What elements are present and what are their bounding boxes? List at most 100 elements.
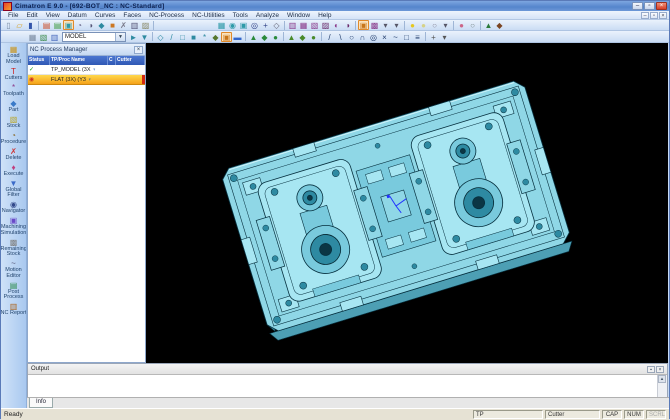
draw-point-icon[interactable]: × [379, 32, 390, 42]
sidebar-item-navigator[interactable]: ◉Navigator [1, 200, 27, 215]
filter-solid-icon[interactable]: ■ [188, 32, 199, 42]
table-row[interactable]: ✓TP_MODEL (3X ♀ [28, 65, 145, 75]
filter-face-icon[interactable]: □ [177, 32, 188, 42]
render-wire-icon[interactable]: ◑ [342, 20, 353, 30]
table-row[interactable]: ◉FLAT (3X) (Y3 ♀ [28, 75, 145, 85]
menu-curves[interactable]: Curves [91, 12, 120, 19]
filter-feature-icon[interactable]: ◆ [210, 32, 221, 42]
output-header[interactable]: Output ▪ × [28, 364, 667, 375]
display-mode-3-icon[interactable]: ▧ [309, 20, 320, 30]
minimize-button[interactable]: – [632, 2, 643, 10]
sidebar-item-load-model[interactable]: ▦Load Model [1, 45, 27, 65]
menu-analyze[interactable]: Analyze [252, 12, 283, 19]
render-shaded-icon[interactable]: ◐ [331, 20, 342, 30]
grid-icon[interactable]: ▦ [27, 32, 38, 42]
tab-info[interactable]: Info [29, 398, 53, 408]
set-reference-icon[interactable]: ▥ [49, 32, 60, 42]
menu-help[interactable]: Help [314, 12, 335, 19]
menu-nc-utilities[interactable]: NC-Utilities [188, 12, 229, 19]
draw-ellipse-icon[interactable]: ◎ [368, 32, 379, 42]
menu-nc-process[interactable]: NC-Process [145, 12, 188, 19]
draw-line-icon[interactable]: / [324, 32, 335, 42]
output-content[interactable]: ▴ [28, 375, 667, 397]
menu-tools[interactable]: Tools [229, 12, 252, 19]
sidebar-item-nc-report[interactable]: ▥NC Report [1, 302, 27, 317]
light-off-icon[interactable]: ○ [429, 20, 440, 30]
pick-dropdown-icon[interactable]: ▼ [139, 32, 150, 42]
uv-box-icon[interactable]: ▣ [358, 20, 369, 30]
filter-point-icon[interactable]: ◇ [155, 32, 166, 42]
child-minimize-button[interactable]: – [641, 12, 649, 19]
sidebar-item-post-process[interactable]: ▤Post Process [1, 281, 27, 301]
output-scrollbar[interactable]: ▴ [657, 375, 667, 397]
move-4way-icon[interactable]: + [428, 32, 439, 42]
pick-filter-icon[interactable]: ► [128, 32, 139, 42]
feature-green-3-icon[interactable]: ● [270, 32, 281, 42]
open-folder-icon[interactable]: ▱ [14, 20, 25, 30]
link-icon[interactable]: ◆ [96, 20, 107, 30]
column-header-status[interactable]: Status [28, 56, 50, 65]
menu-view[interactable]: View [42, 12, 64, 19]
child-close-button[interactable]: × [659, 12, 667, 19]
output-close-icon[interactable]: × [656, 366, 664, 373]
load-model-icon[interactable]: ▤ [41, 20, 52, 30]
menu-edit[interactable]: Edit [22, 12, 41, 19]
draw-line-2-icon[interactable]: \ [335, 32, 346, 42]
refresh-view-icon[interactable]: ◉ [227, 20, 238, 30]
draw-rect-icon[interactable]: □ [401, 32, 412, 42]
material-grey-icon[interactable]: ○ [467, 20, 478, 30]
tool-orange-icon[interactable]: ■ [107, 20, 118, 30]
chevron-down-icon[interactable]: ▼ [115, 33, 125, 41]
snap-1-icon[interactable]: ▲ [286, 32, 297, 42]
save-model-icon[interactable]: ▤ [52, 20, 63, 30]
display-mode-2-icon[interactable]: ▦ [298, 20, 309, 30]
column-header-tp-proc-name[interactable]: TP/Proc Name [50, 56, 108, 65]
fit-view-icon[interactable]: ◇ [271, 20, 282, 30]
draw-spline-icon[interactable]: ~ [390, 32, 401, 42]
filter-curve-icon[interactable]: / [166, 32, 177, 42]
sidebar-item-stock[interactable]: ▧Stock [1, 115, 27, 130]
draw-arc-icon[interactable]: ∩ [357, 32, 368, 42]
multi-color-icon[interactable]: ◆ [494, 20, 505, 30]
restore-button[interactable]: ▫ [644, 2, 655, 10]
pin-icon[interactable]: ▪ [647, 366, 655, 373]
sidebar-item-part[interactable]: ◆Part [1, 99, 27, 114]
material-sphere-icon[interactable]: ● [456, 20, 467, 30]
column-header-c[interactable]: C [108, 56, 116, 65]
display-mode-1-icon[interactable]: ▥ [287, 20, 298, 30]
sidebar-item-remaining-stock[interactable]: ▩Remaining Stock [1, 238, 27, 258]
snap-3-icon[interactable]: ● [308, 32, 319, 42]
light-on-icon[interactable]: ● [407, 20, 418, 30]
close-button[interactable]: × [656, 2, 667, 10]
model-selector[interactable]: MODEL ▼ [62, 32, 126, 42]
light-dropdown-icon[interactable]: ▾ [440, 20, 451, 30]
menu-datum[interactable]: Datum [64, 12, 91, 19]
display-dropdown-icon[interactable]: ▾ [380, 20, 391, 30]
shade-dropdown-icon[interactable]: ▾ [391, 20, 402, 30]
select-frame-icon[interactable]: ▦ [216, 20, 227, 30]
measure-icon[interactable]: ◔ [74, 20, 85, 30]
sidebar-item-motion-editor[interactable]: ~Motion Editor [1, 259, 27, 279]
sidebar-item-global-filter[interactable]: ▼Global Filter [1, 179, 27, 199]
child-restore-button[interactable]: ▫ [650, 12, 658, 19]
feature-green-2-icon[interactable]: ◆ [259, 32, 270, 42]
feature-green-1-icon[interactable]: ▲ [248, 32, 259, 42]
sidebar-item-procedure[interactable]: ◔Procedure [1, 131, 27, 146]
sidebar-item-delete[interactable]: ✗Delete [1, 147, 27, 162]
mask-icon[interactable]: ▩ [369, 20, 380, 30]
filter-all-icon[interactable]: * [199, 32, 210, 42]
uv-select-icon[interactable]: ▣ [221, 32, 232, 42]
draw-offset-icon[interactable]: ≡ [412, 32, 423, 42]
column-header-cutter[interactable]: Cutter [116, 56, 145, 65]
layers-icon[interactable]: ▧ [38, 32, 49, 42]
pan-icon[interactable]: + [260, 20, 271, 30]
menu-window[interactable]: Window [283, 12, 314, 19]
save-icon[interactable]: ▮ [25, 20, 36, 30]
viewport[interactable] [146, 43, 668, 363]
new-file-icon[interactable]: ▯ [3, 20, 14, 30]
copy-icon[interactable]: ▥ [129, 20, 140, 30]
snap-2-icon[interactable]: ◆ [297, 32, 308, 42]
sidebar-item-toolpath[interactable]: *Toolpath [1, 83, 27, 98]
nc-panel-title-bar[interactable]: NC Process Manager × [28, 44, 145, 56]
more-dropdown-icon[interactable]: ▾ [439, 32, 450, 42]
